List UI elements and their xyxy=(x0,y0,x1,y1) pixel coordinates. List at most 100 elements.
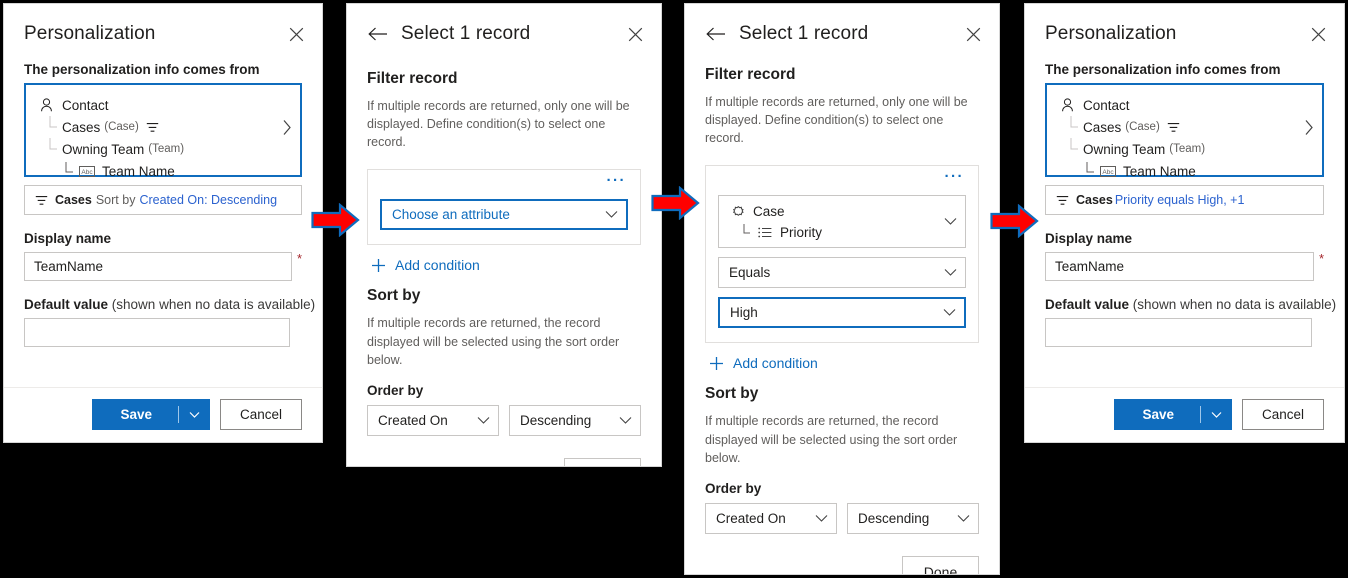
display-name-input[interactable]: TeamName xyxy=(1045,252,1314,281)
order-by-direction-select[interactable]: Descending xyxy=(847,502,979,534)
done-button[interactable]: Done xyxy=(902,555,979,574)
tree-row[interactable]: Cases (Case) xyxy=(38,116,288,138)
operator-select[interactable]: Equals xyxy=(718,257,966,289)
required-asterisk: * xyxy=(296,251,302,266)
tree-elbow-icon xyxy=(1085,162,1099,179)
tree-row-entity: (Team) xyxy=(148,143,185,155)
contact-person-icon xyxy=(38,97,55,113)
filter-link-label[interactable]: Created On: Descending xyxy=(139,193,277,207)
tree-row-entity: (Case) xyxy=(104,121,139,133)
attribute-select[interactable]: Choose an attribute xyxy=(380,199,628,231)
add-condition-button[interactable]: Add condition xyxy=(705,355,979,371)
default-value-input[interactable] xyxy=(24,318,290,347)
close-icon[interactable] xyxy=(1308,24,1328,44)
order-by-field-select[interactable]: Created On xyxy=(705,502,837,534)
close-icon[interactable] xyxy=(963,24,983,44)
close-icon[interactable] xyxy=(625,24,645,44)
tree-row-label: Owning Team xyxy=(62,141,145,157)
save-button-label: Save xyxy=(1142,407,1174,422)
done-button[interactable]: Done xyxy=(564,457,641,466)
order-by-direction-select[interactable]: Descending xyxy=(509,404,641,436)
chevron-down-icon xyxy=(957,514,970,523)
attribute-select[interactable]: Case Priority xyxy=(718,195,966,249)
display-name-row: TeamName * xyxy=(1045,252,1324,281)
filter-entity-label: Cases xyxy=(55,193,92,207)
cancel-button[interactable]: Cancel xyxy=(220,399,302,430)
panel-header: Personalization xyxy=(4,4,322,50)
tree-row[interactable]: Cases (Case) xyxy=(1059,116,1310,138)
filter-summary-bar[interactable]: Cases Priority equals High, +1 xyxy=(1045,185,1324,215)
ellipsis-icon[interactable]: ··· xyxy=(718,169,966,186)
back-arrow-icon[interactable] xyxy=(705,23,727,45)
back-arrow-icon[interactable] xyxy=(367,23,389,45)
order-by-row: Created On Descending xyxy=(705,502,979,534)
filter-record-heading: Filter record xyxy=(705,66,796,83)
arrow-step-2-to-3 xyxy=(651,185,700,225)
chevron-down-icon xyxy=(944,268,957,277)
ellipsis-icon[interactable]: ··· xyxy=(380,173,628,190)
tree-row[interactable]: Contact xyxy=(1059,94,1310,116)
panel-header: Select 1 record xyxy=(347,4,661,50)
order-by-field-select[interactable]: Created On xyxy=(367,404,499,436)
filter-icon xyxy=(35,195,48,206)
filter-link-label[interactable]: Priority equals High, +1 xyxy=(1115,193,1245,207)
value-select[interactable]: High xyxy=(718,297,966,329)
chevron-down-icon[interactable] xyxy=(1201,411,1232,419)
filter-record-heading: Filter record xyxy=(367,70,458,87)
filter-icon[interactable] xyxy=(146,122,159,133)
save-button[interactable]: Save xyxy=(1114,399,1232,430)
tree-elbow-icon xyxy=(64,162,78,179)
chevron-down-icon xyxy=(815,514,828,523)
tree-row[interactable]: Abc Team Name xyxy=(38,160,288,182)
tree-row[interactable]: Abc Team Name xyxy=(1059,160,1310,182)
plus-icon xyxy=(367,258,389,273)
order-by-label: Order by xyxy=(367,382,424,398)
display-name-row: TeamName * xyxy=(24,252,302,281)
cancel-button[interactable]: Cancel xyxy=(1242,399,1324,430)
add-condition-button[interactable]: Add condition xyxy=(367,257,641,273)
sort-by-description: If multiple records are returned, the re… xyxy=(367,316,620,367)
panel-footer: Save Cancel xyxy=(1025,387,1344,442)
chevron-down-icon[interactable] xyxy=(179,411,210,419)
sort-by-heading: Sort by xyxy=(367,287,421,305)
tree-row-label: Owning Team xyxy=(1083,141,1166,157)
tree-row[interactable]: Owning Team (Team) xyxy=(38,138,288,160)
panel-body: Filter record If multiple records are re… xyxy=(685,66,999,574)
tree-row[interactable]: Owning Team (Team) xyxy=(1059,138,1310,160)
source-tree-picker[interactable]: Contact Cases (Case) Owning Team (Team) … xyxy=(24,83,302,179)
attribute-field-label: Priority xyxy=(780,224,823,240)
order-by-field-value: Created On xyxy=(716,510,786,526)
default-value-label-bold: Default value xyxy=(24,297,109,312)
default-value-input[interactable] xyxy=(1045,318,1312,347)
tree-row[interactable]: Contact xyxy=(38,94,288,116)
attribute-field-row: Priority xyxy=(729,222,944,243)
tree-elbow-icon xyxy=(48,116,62,135)
chevron-right-icon[interactable] xyxy=(282,120,292,141)
sort-by-heading: Sort by xyxy=(705,385,759,403)
chevron-right-icon[interactable] xyxy=(1304,120,1314,141)
filter-icon[interactable] xyxy=(1167,122,1180,133)
done-row: Done xyxy=(705,555,979,574)
default-value-label: Default value (shown when no data is ava… xyxy=(24,297,315,312)
svg-text:Abc: Abc xyxy=(81,169,93,176)
add-condition-label: Add condition xyxy=(733,355,818,372)
required-asterisk: * xyxy=(1318,251,1324,266)
filter-summary-bar[interactable]: Cases Sort by Created On: Descending xyxy=(24,185,302,215)
source-label: The personalization info comes from xyxy=(24,62,260,77)
source-label: The personalization info comes from xyxy=(1045,62,1281,77)
panel-header: Select 1 record xyxy=(685,4,999,50)
add-condition-label: Add condition xyxy=(395,257,480,274)
filter-middle-label: Sort by xyxy=(95,193,136,207)
save-button[interactable]: Save xyxy=(92,399,210,430)
source-tree-picker[interactable]: Contact Cases (Case) Owning Team (Team) … xyxy=(1045,83,1324,179)
done-row: Done xyxy=(367,457,641,466)
chevron-down-icon xyxy=(619,416,632,425)
option-set-list-icon xyxy=(756,227,773,238)
close-icon[interactable] xyxy=(286,24,306,44)
abc-text-field-icon: Abc xyxy=(1099,163,1116,179)
page-title: Personalization xyxy=(24,23,156,44)
display-name-input[interactable]: TeamName xyxy=(24,252,292,281)
tree-row-label: Cases xyxy=(62,119,101,135)
page-title: Select 1 record xyxy=(401,23,531,44)
tree-row-label: Contact xyxy=(1083,97,1130,113)
